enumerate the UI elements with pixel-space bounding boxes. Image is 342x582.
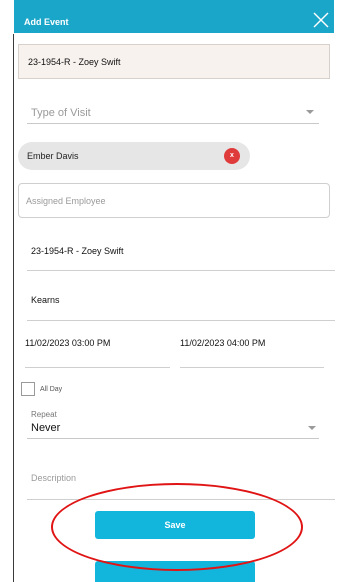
assigned-employee-placeholder: Assigned Employee: [26, 196, 106, 206]
start-datetime-value: 11/02/2023 03:00 PM: [25, 338, 111, 348]
assigned-employee-input[interactable]: Assigned Employee: [18, 183, 330, 218]
all-day-checkbox[interactable]: [21, 382, 35, 396]
dialog-header: Add Event: [14, 0, 334, 33]
location-value: Kearns: [31, 295, 60, 305]
end-datetime-field[interactable]: 11/02/2023 04:00 PM: [180, 334, 324, 368]
chevron-down-icon: [308, 426, 316, 430]
repeat-value: Never: [31, 422, 61, 434]
description-placeholder: Description: [31, 473, 77, 483]
secondary-action-button[interactable]: [95, 561, 255, 582]
linked-record-value: 23-1954-R - Zoey Swift: [28, 57, 121, 67]
chevron-down-icon: [306, 110, 314, 114]
visit-type-select[interactable]: Type of Visit: [27, 102, 319, 124]
visit-type-placeholder: Type of Visit: [31, 107, 91, 119]
end-datetime-value: 11/02/2023 04:00 PM: [180, 338, 266, 348]
close-icon[interactable]: [311, 10, 331, 30]
repeat-select[interactable]: Never: [27, 418, 319, 439]
save-button[interactable]: Save: [95, 511, 255, 539]
attendee-name: Ember Davis: [27, 151, 79, 161]
attendee-chip: Ember Davis x: [18, 142, 250, 170]
dialog-title: Add Event: [24, 17, 69, 27]
location-field[interactable]: Kearns: [27, 286, 335, 321]
event-title-value: 23-1954-R - Zoey Swift: [31, 246, 124, 256]
dialog-border: [13, 34, 14, 582]
remove-attendee-button[interactable]: x: [224, 148, 240, 164]
linked-record-field: 23-1954-R - Zoey Swift: [18, 44, 330, 79]
start-datetime-field[interactable]: 11/02/2023 03:00 PM: [25, 334, 170, 368]
description-input[interactable]: Description: [27, 463, 335, 500]
event-title-field[interactable]: 23-1954-R - Zoey Swift: [27, 237, 335, 271]
all-day-label: All Day: [40, 386, 63, 393]
